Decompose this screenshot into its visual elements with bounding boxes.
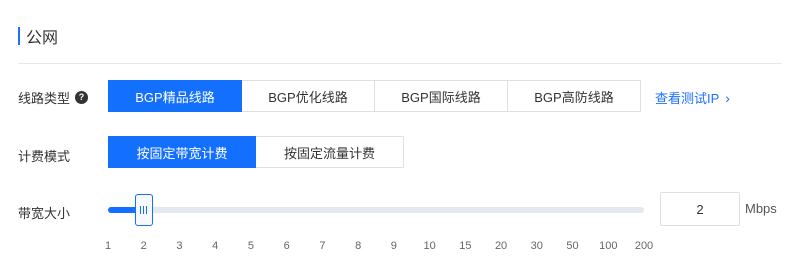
line-type-label: 线路类型	[18, 91, 71, 106]
line-type-option-bgp-high-defense[interactable]: BGP高防线路	[508, 80, 641, 112]
bandwidth-tick-label: 9	[390, 240, 397, 252]
bandwidth-tick-label: 20	[494, 240, 508, 252]
section-title: 公网	[26, 30, 59, 47]
bandwidth-input[interactable]	[660, 192, 740, 226]
bandwidth-tick-label: 30	[530, 240, 543, 252]
question-circle-icon[interactable]: ?	[75, 91, 89, 104]
bandwidth-tick-label: 10	[423, 240, 436, 252]
bandwidth-tick-label: 7	[319, 240, 326, 252]
line-type-option-bgp-international[interactable]: BGP国际线路	[375, 80, 508, 112]
section-accent-bar	[18, 27, 20, 45]
bandwidth-unit: Mbps	[745, 201, 777, 216]
billing-mode-options: 按固定带宽计费 按固定流量计费	[108, 136, 404, 168]
bandwidth-tick-label: 100	[599, 240, 618, 252]
bandwidth-tick-label: 200	[634, 240, 654, 252]
bandwidth-tick-label: 3	[176, 240, 183, 252]
bandwidth-tick-label: 4	[212, 240, 219, 252]
billing-option-fixed-bandwidth[interactable]: 按固定带宽计费	[108, 136, 256, 168]
bandwidth-tick-label: 50	[566, 240, 579, 252]
bandwidth-tick-label: 2	[140, 240, 147, 252]
bandwidth-tick-label: 1	[104, 240, 112, 252]
bandwidth-tick-label: 6	[283, 240, 290, 252]
bandwidth-label: 带宽大小	[18, 206, 71, 221]
section-divider	[18, 63, 782, 64]
view-test-ip-link[interactable]: 查看测试IP ›	[655, 88, 730, 107]
bandwidth-tick-label: 15	[459, 240, 472, 252]
bandwidth-scale: 1 2 3 4 5 6 7 8 9 10 15 20 30 50 100 200	[0, 240, 790, 256]
bandwidth-tick-label: 5	[247, 240, 254, 252]
section-header: 公网	[18, 24, 58, 48]
billing-option-fixed-traffic[interactable]: 按固定流量计费	[256, 136, 404, 168]
grip-icon	[140, 206, 148, 214]
view-test-ip-label: 查看测试IP	[655, 91, 720, 106]
line-type-option-bgp-premium[interactable]: BGP精品线路	[108, 80, 242, 112]
billing-mode-label: 计费模式	[18, 149, 71, 164]
line-type-options: BGP精品线路 BGP优化线路 BGP国际线路 BGP高防线路	[108, 80, 641, 112]
bandwidth-slider-track[interactable]	[108, 207, 644, 213]
line-type-label-group: 线路类型 ?	[18, 88, 89, 107]
chevron-right-icon: ›	[725, 89, 730, 106]
line-type-option-bgp-optimized[interactable]: BGP优化线路	[242, 80, 375, 112]
bandwidth-tick-label: 8	[355, 240, 362, 252]
bandwidth-slider-handle[interactable]	[134, 194, 153, 226]
